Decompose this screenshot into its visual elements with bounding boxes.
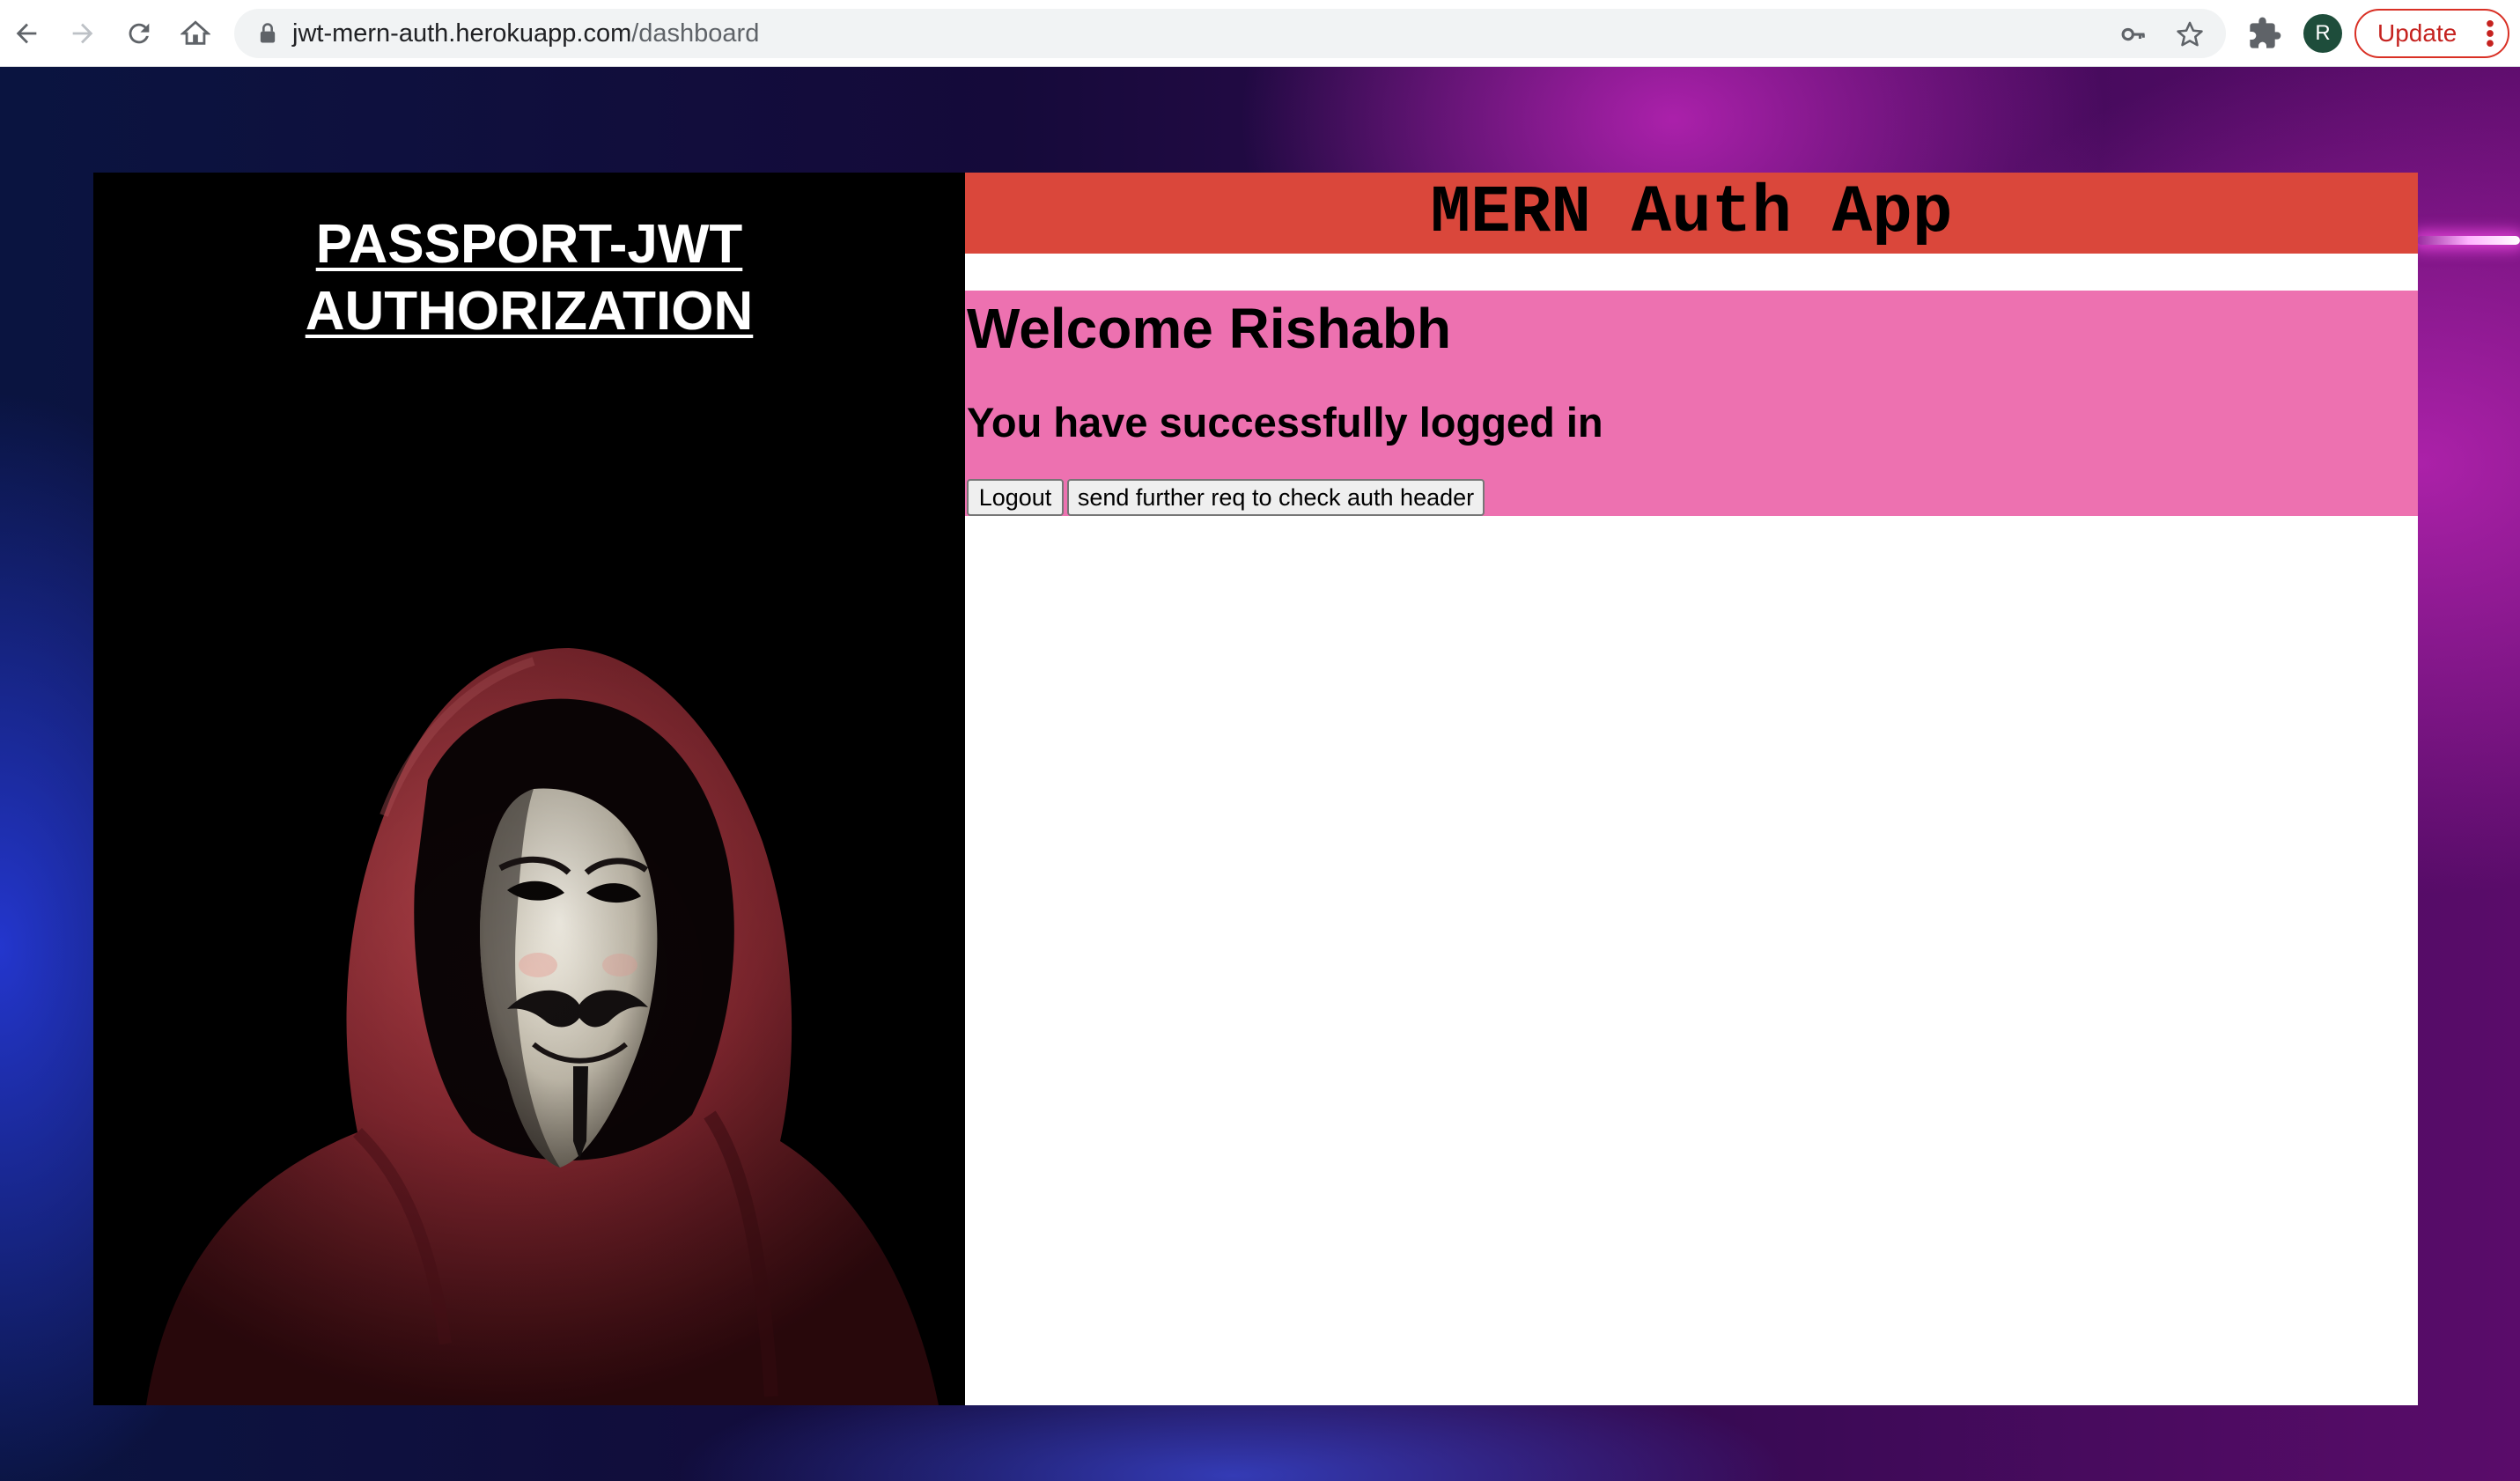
reload-icon[interactable] xyxy=(118,12,160,55)
url-path: /dashboard xyxy=(631,19,760,48)
back-arrow-icon[interactable] xyxy=(5,12,48,55)
url-domain: jwt-mern-auth.herokuapp.com xyxy=(292,19,632,48)
kebab-menu-icon[interactable] xyxy=(2485,19,2495,48)
avatar[interactable]: R xyxy=(2303,14,2342,53)
address-bar[interactable]: jwt-mern-auth.herokuapp.com/dashboard xyxy=(234,9,2226,58)
title-line-1: PASSPORT-JWT xyxy=(315,214,743,275)
forward-arrow-icon[interactable] xyxy=(62,12,104,55)
check-auth-header-button[interactable]: send further req to check auth header xyxy=(1067,479,1485,516)
app-title: MERN Auth App xyxy=(1430,175,1953,251)
update-button[interactable]: Update xyxy=(2354,9,2509,58)
puzzle-icon[interactable] xyxy=(2247,16,2282,51)
logout-button[interactable]: Logout xyxy=(967,479,1064,516)
welcome-heading: Welcome Rishabh xyxy=(967,297,1452,360)
home-icon[interactable] xyxy=(174,12,217,55)
title-line-2: AUTHORIZATION xyxy=(305,281,754,342)
hooded-mask-illustration xyxy=(93,551,965,1405)
main-content: MERN Auth App Welcome Rishabh You have s… xyxy=(965,173,2418,1405)
app-header: MERN Auth App xyxy=(965,173,2418,254)
browser-toolbar: jwt-mern-auth.herokuapp.com/dashboard R … xyxy=(0,0,2520,67)
lock-icon[interactable] xyxy=(255,21,280,46)
login-success-message: You have successfully logged in xyxy=(967,399,1603,446)
key-icon[interactable] xyxy=(2120,21,2147,48)
url-text[interactable]: jwt-mern-auth.herokuapp.com/dashboard xyxy=(292,19,759,48)
star-icon[interactable] xyxy=(2175,19,2205,49)
update-label: Update xyxy=(2377,19,2457,47)
left-panel: PASSPORT-JWT AUTHORIZATION xyxy=(93,173,965,1405)
left-panel-title: PASSPORT-JWT AUTHORIZATION xyxy=(93,211,965,345)
welcome-section: Welcome Rishabh You have successfully lo… xyxy=(965,291,2418,516)
neon-light-decoration xyxy=(2417,236,2520,245)
